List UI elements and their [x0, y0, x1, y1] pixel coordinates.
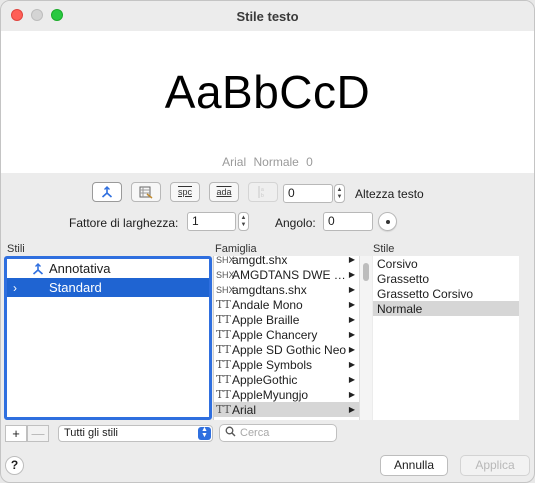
style-filter-value: Tutti gli stili: [64, 427, 118, 439]
truetype-font-icon: TT: [216, 298, 231, 311]
annotative-toggle-button[interactable]: [92, 182, 122, 202]
angle-label: Angolo:: [275, 216, 316, 230]
text-style-window: Stile testo AaBbCcD Arial Normale 0 spc …: [0, 0, 535, 483]
style-item-standard[interactable]: › Standard: [7, 278, 209, 297]
preview-sample-text: AaBbCcD: [164, 66, 371, 118]
style-column-header: Stile: [373, 243, 395, 255]
maximize-window-button[interactable]: [51, 9, 63, 21]
backwards-label: ada: [216, 187, 232, 197]
spacing-label: spc: [177, 187, 192, 197]
truetype-font-icon: TT: [216, 313, 231, 326]
svg-text:b: b: [261, 193, 264, 199]
style-list-controls: + —: [5, 425, 49, 442]
font-family-item[interactable]: SHX amgdtans.shx ▶: [214, 282, 359, 297]
family-column-header: Famiglia: [215, 243, 257, 255]
add-style-button[interactable]: +: [5, 425, 27, 442]
minimize-window-button[interactable]: [31, 9, 43, 21]
stepper-down-icon: ▼: [240, 221, 247, 228]
styles-column-header: Stili: [7, 243, 25, 255]
width-factor-input[interactable]: 1: [187, 212, 236, 231]
truetype-font-icon: TT: [216, 358, 231, 371]
submenu-arrow-icon: ▶: [348, 300, 355, 309]
font-style-item[interactable]: Grassetto: [373, 271, 519, 286]
shx-font-icon: SHX: [216, 269, 235, 280]
angle-input[interactable]: 0: [323, 212, 373, 231]
chevron-right-icon[interactable]: ›: [13, 281, 33, 295]
style-item-annotativa[interactable]: Annotativa: [7, 259, 209, 278]
submenu-arrow-icon: ▶: [348, 330, 355, 339]
style-grid-button[interactable]: [131, 182, 161, 202]
chevron-up-down-icon: ▲ ▼: [198, 426, 211, 440]
truetype-font-icon: TT: [216, 388, 231, 401]
cancel-button[interactable]: Annulla: [380, 455, 448, 476]
font-family-item[interactable]: TT Apple Chancery ▶: [214, 327, 359, 342]
styles-list: Annotativa › Standard: [4, 256, 212, 420]
title-bar: Stile testo: [1, 1, 534, 31]
submenu-arrow-icon: ▶: [348, 405, 355, 414]
spacing-button[interactable]: spc: [170, 182, 200, 202]
text-height-label: Altezza testo: [355, 187, 424, 201]
help-button[interactable]: ?: [5, 456, 24, 475]
font-family-item[interactable]: TT Apple Symbols ▶: [214, 357, 359, 372]
submenu-arrow-icon: ▶: [348, 375, 355, 384]
stepper-up-icon: ▲: [240, 214, 247, 221]
font-family-item[interactable]: TT AppleGothic ▶: [214, 372, 359, 387]
font-family-item[interactable]: SHX AMGDTANS DWE E... ▶: [214, 267, 359, 282]
style-grid-icon: [139, 186, 153, 199]
truetype-font-icon: TT: [216, 403, 231, 416]
annotative-icon: [32, 263, 44, 275]
truetype-font-icon: TT: [216, 373, 231, 386]
search-icon: [220, 426, 240, 440]
font-family-scrollbar[interactable]: [359, 256, 372, 420]
close-window-button[interactable]: [11, 9, 23, 21]
stepper-down-icon: ▼: [336, 193, 343, 200]
submenu-arrow-icon: ▶: [348, 315, 355, 324]
format-toolbar: spc ada a b: [92, 182, 278, 202]
remove-style-button[interactable]: —: [27, 425, 49, 442]
submenu-arrow-icon: ▶: [348, 256, 355, 264]
font-family-item[interactable]: TT Apple SD Gothic Neo ▶: [214, 342, 359, 357]
style-filter-select[interactable]: Tutti gli stili ▲ ▼: [58, 425, 213, 442]
window-title: Stile testo: [236, 8, 299, 24]
submenu-arrow-icon: ▶: [348, 285, 355, 294]
font-family-item-selected[interactable]: TT Arial ▶: [214, 402, 359, 417]
submenu-arrow-icon: ▶: [348, 360, 355, 369]
annotative-icon: [101, 186, 113, 198]
text-height-input[interactable]: 0: [283, 184, 333, 203]
angle-knob[interactable]: [378, 212, 397, 231]
search-placeholder: Cerca: [240, 427, 270, 439]
backwards-text-button[interactable]: ada: [209, 182, 239, 202]
font-family-list: SHX amgdt.shx ▶ SHX AMGDTANS DWE E... ▶ SHX a…: [213, 256, 359, 420]
vertical-text-button[interactable]: a b: [248, 182, 278, 202]
submenu-arrow-icon: ▶: [348, 345, 355, 354]
window-controls: [11, 9, 63, 21]
font-style-item-selected[interactable]: Normale: [373, 301, 519, 316]
font-style-item[interactable]: Grassetto Corsivo: [373, 286, 519, 301]
style-item-label: Annotativa: [49, 261, 111, 276]
stepper-up-icon: ▲: [336, 186, 343, 193]
search-field[interactable]: Cerca: [219, 424, 337, 442]
style-item-label: Standard: [49, 280, 102, 295]
font-family-item[interactable]: TT AppleMyungjo ▶: [214, 387, 359, 402]
font-family-item[interactable]: SHX amgdt.shx ▶: [214, 256, 359, 267]
apply-button[interactable]: Applica: [460, 455, 530, 476]
submenu-arrow-icon: ▶: [348, 270, 355, 279]
truetype-font-icon: TT: [216, 343, 231, 356]
shx-font-icon: SHX: [216, 284, 235, 295]
preview-font-info: Arial Normale 0: [222, 155, 313, 169]
preview-area: AaBbCcD Arial Normale 0: [1, 31, 534, 173]
width-factor-stepper[interactable]: ▲ ▼: [238, 212, 249, 231]
font-family-item[interactable]: TT Apple Braille ▶: [214, 312, 359, 327]
truetype-font-icon: TT: [216, 328, 231, 341]
text-height-stepper[interactable]: ▲ ▼: [334, 184, 345, 203]
font-style-item[interactable]: Corsivo: [373, 256, 519, 271]
font-family-item[interactable]: TT Andale Mono ▶: [214, 297, 359, 312]
shx-font-icon: SHX: [216, 256, 235, 265]
font-style-list: Corsivo Grassetto Grassetto Corsivo Norm…: [373, 256, 519, 420]
submenu-arrow-icon: ▶: [348, 390, 355, 399]
vertical-text-icon: a b: [258, 186, 264, 199]
width-factor-label: Fattore di larghezza:: [69, 216, 179, 230]
scrollbar-thumb[interactable]: [363, 263, 369, 281]
